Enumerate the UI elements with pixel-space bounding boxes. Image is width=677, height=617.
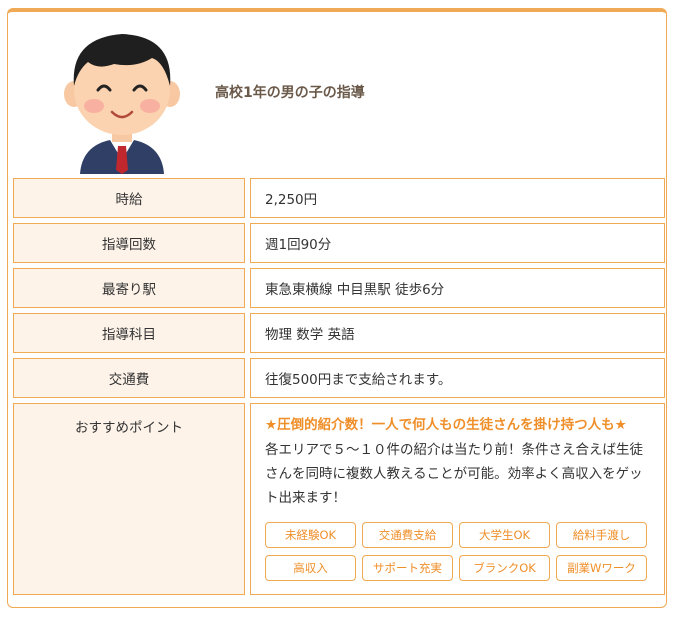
job-title: 高校1年の男の子の指導 bbox=[215, 85, 365, 101]
row-value: 東急東横線 中目黒駅 徒歩6分 bbox=[250, 268, 665, 308]
recommend-body: 各エリアで５～１０件の紹介は当たり前！条件さえ合えば生徒さんを同時に複数人教える… bbox=[265, 442, 643, 506]
recommend-label: おすすめポイント bbox=[13, 403, 245, 595]
row-label: 時給 bbox=[13, 178, 245, 218]
row-hourly-wage: 時給 2,250円 bbox=[13, 178, 665, 218]
boy-avatar bbox=[64, 34, 180, 174]
tag-support: サポート充実 bbox=[362, 555, 453, 581]
tag-university-ok: 大学生OK bbox=[459, 522, 550, 548]
job-header: 高校1年の男の子の指導 bbox=[8, 12, 668, 177]
row-label: 最寄り駅 bbox=[13, 268, 245, 308]
row-value: 物理 数学 英語 bbox=[250, 313, 665, 353]
row-value: 2,250円 bbox=[250, 178, 665, 218]
tag-side-job: 副業Wワーク bbox=[556, 555, 647, 581]
row-value: 往復500円まで支給されます。 bbox=[250, 358, 665, 398]
tag-salary-hand: 給料手渡し bbox=[556, 522, 647, 548]
row-label: 指導科目 bbox=[13, 313, 245, 353]
recommend-value: ★圧倒的紹介数！一人で何人もの生徒さんを掛け持つ人も★ 各エリアで５～１０件の紹… bbox=[250, 403, 665, 595]
tag-blank-ok: ブランクOK bbox=[459, 555, 550, 581]
row-frequency: 指導回数 週1回90分 bbox=[13, 223, 665, 263]
job-card: 高校1年の男の子の指導 時給 2,250円 指導回数 週1回90分 最寄り駅 東… bbox=[7, 8, 667, 608]
tag-transport-paid: 交通費支給 bbox=[362, 522, 453, 548]
tag-no-experience: 未経験OK bbox=[265, 522, 356, 548]
row-label: 指導回数 bbox=[13, 223, 245, 263]
row-transport: 交通費 往復500円まで支給されます。 bbox=[13, 358, 665, 398]
row-nearest-station: 最寄り駅 東急東横線 中目黒駅 徒歩6分 bbox=[13, 268, 665, 308]
recommend-headline: ★圧倒的紹介数！一人で何人もの生徒さんを掛け持つ人も★ bbox=[265, 417, 627, 433]
row-label: 交通費 bbox=[13, 358, 245, 398]
tag-high-income: 高収入 bbox=[265, 555, 356, 581]
row-recommend: おすすめポイント ★圧倒的紹介数！一人で何人もの生徒さんを掛け持つ人も★ 各エリ… bbox=[13, 403, 665, 595]
row-value: 週1回90分 bbox=[250, 223, 665, 263]
row-subjects: 指導科目 物理 数学 英語 bbox=[13, 313, 665, 353]
